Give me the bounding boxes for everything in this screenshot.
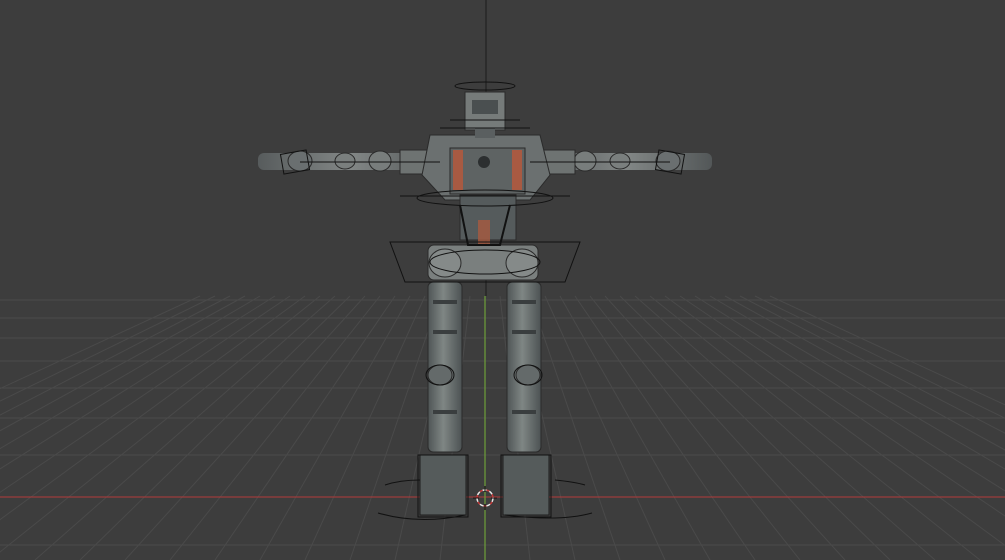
3d-viewport[interactable] bbox=[0, 0, 1005, 560]
left-leg bbox=[427, 281, 463, 453]
viewport-canvas[interactable] bbox=[0, 0, 1005, 560]
